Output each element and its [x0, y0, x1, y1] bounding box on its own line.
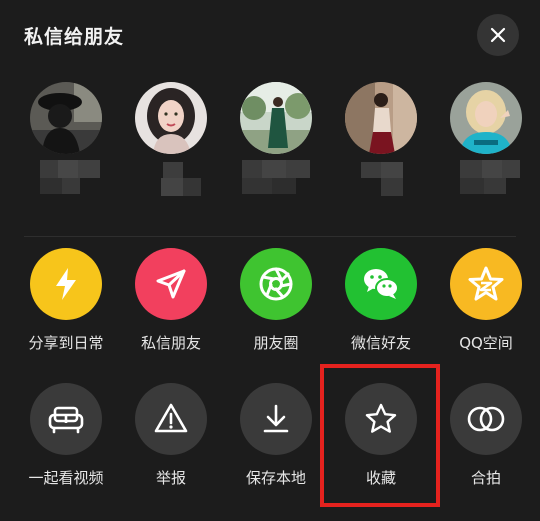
avatar	[450, 82, 522, 154]
friends-list	[0, 80, 540, 220]
star-icon	[365, 403, 397, 433]
wechat-friend-label: 微信好友	[350, 334, 411, 352]
duet-button[interactable]: 合拍	[434, 383, 538, 488]
close-icon	[490, 27, 506, 43]
close-button[interactable]	[477, 14, 519, 56]
send-to-friend-button[interactable]: 私信朋友	[119, 248, 223, 353]
warning-icon	[154, 403, 188, 433]
wechat-icon	[364, 269, 399, 299]
avatar	[135, 82, 207, 154]
share-daily-circle	[30, 248, 102, 320]
download-icon	[263, 404, 289, 433]
duet-circle	[450, 383, 522, 455]
wechat-friend-circle	[345, 248, 417, 320]
friend-item[interactable]	[228, 80, 318, 220]
lightning-icon	[56, 268, 76, 300]
avatar	[345, 82, 417, 154]
favorite-label: 收藏	[365, 469, 396, 487]
moments-shutter-icon	[259, 267, 293, 301]
duet-label: 合拍	[470, 469, 501, 487]
qzone-circle	[450, 248, 522, 320]
friend-item[interactable]	[18, 80, 108, 220]
avatar	[30, 82, 102, 154]
duet-circles-icon	[467, 406, 505, 432]
sofa-icon	[48, 406, 84, 434]
watch-together-label: 一起看视频	[28, 469, 104, 487]
wechat-friend-button[interactable]: 微信好友	[329, 248, 433, 353]
paper-plane-icon	[156, 269, 186, 299]
friend-item[interactable]	[333, 80, 423, 220]
save-local-button[interactable]: 保存本地	[224, 383, 328, 488]
report-button[interactable]: 举报	[119, 383, 223, 488]
report-circle	[135, 383, 207, 455]
save-local-label: 保存本地	[245, 469, 306, 487]
watch-together-circle	[30, 383, 102, 455]
watch-together-button[interactable]: 一起看视频	[14, 383, 118, 488]
favorite-button[interactable]: 收藏	[329, 383, 433, 488]
friend-item[interactable]	[123, 80, 213, 220]
avatar	[240, 82, 312, 154]
friend-item[interactable]	[438, 80, 528, 220]
share-daily-label: 分享到日常	[28, 334, 104, 352]
page-title: 私信给朋友	[24, 26, 125, 48]
qzone-label: QQ空间	[459, 334, 513, 352]
save-local-circle	[240, 383, 312, 455]
moments-label: 朋友圈	[253, 334, 299, 352]
share-daily-button[interactable]: 分享到日常	[14, 248, 118, 353]
report-label: 举报	[155, 469, 186, 487]
divider	[24, 236, 516, 237]
send-to-friend-circle	[135, 248, 207, 320]
qzone-button[interactable]: QQ空间	[434, 248, 538, 353]
send-to-friend-label: 私信朋友	[140, 334, 201, 352]
qzone-star-icon	[468, 266, 504, 301]
share-sheet: 私信给朋友 分享到日常 私信朋友 朋友圈 微信好友 QQ空间 一起看视频 举报 …	[0, 0, 540, 521]
favorite-circle	[345, 383, 417, 455]
moments-button[interactable]: 朋友圈	[224, 248, 328, 353]
moments-circle	[240, 248, 312, 320]
